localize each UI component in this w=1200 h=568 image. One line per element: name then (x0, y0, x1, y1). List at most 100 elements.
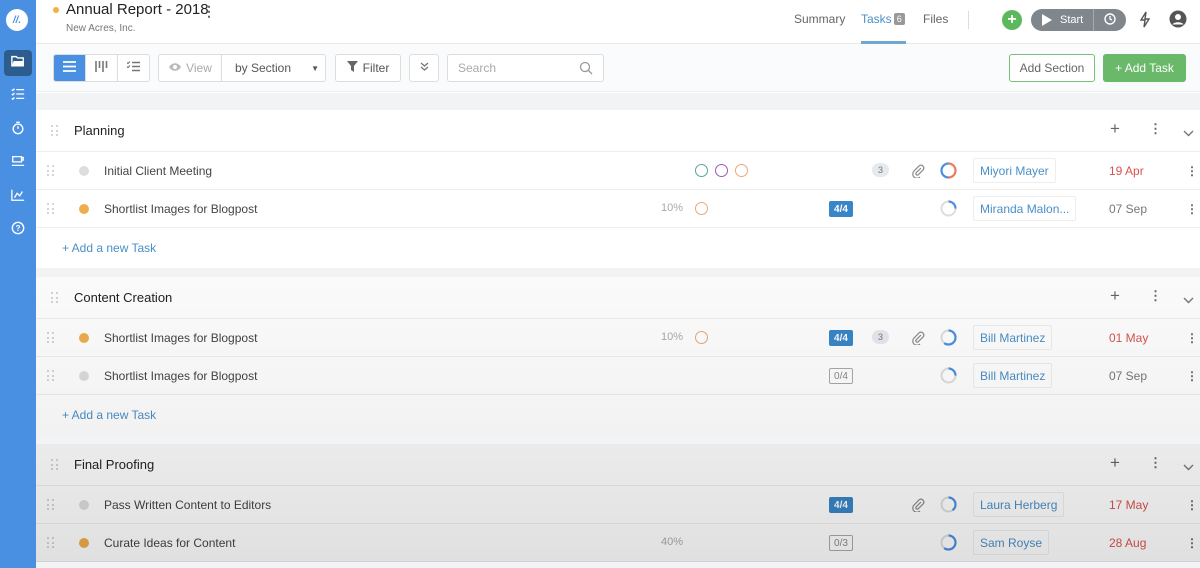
board-view-button[interactable] (86, 55, 118, 81)
chevron-down-icon[interactable] (1183, 124, 1194, 142)
task-status-dot[interactable] (79, 371, 89, 381)
task-status-dot[interactable] (79, 333, 89, 343)
task-name[interactable]: Initial Client Meeting (104, 164, 212, 178)
assignee-ring-icon[interactable] (695, 331, 708, 344)
task-row[interactable]: Pass Written Content to Editors 4/4 Laura … (36, 486, 1200, 524)
assignee-ring-icon[interactable] (735, 164, 748, 177)
drag-handle[interactable] (47, 332, 55, 344)
drag-handle[interactable] (47, 165, 55, 177)
search-input[interactable] (448, 55, 568, 81)
task-status-dot[interactable] (79, 500, 89, 510)
sidebar-item-tasks[interactable] (4, 83, 32, 109)
user-avatar-icon[interactable] (1169, 10, 1187, 28)
task-more-icon[interactable]: ⋮ (1186, 498, 1198, 512)
drag-handle[interactable] (51, 292, 59, 304)
section-title: Content Creation (74, 290, 173, 305)
task-row[interactable]: Curate Ideas for Content 40% 0/3 Sam Royse 2… (36, 524, 1200, 562)
filter-button[interactable]: Filter (335, 54, 401, 82)
subtask-count-badge[interactable]: 0/3 (829, 535, 853, 551)
task-name[interactable]: Shortlist Images for Blogpost (104, 202, 257, 216)
attachment-icon[interactable] (911, 497, 925, 517)
timer-history-button[interactable] (1094, 12, 1126, 28)
collapse-all-button[interactable] (409, 54, 439, 82)
task-status-dot[interactable] (79, 538, 89, 548)
sidebar-item-timer[interactable] (4, 117, 32, 143)
comment-count-badge[interactable]: 3 (872, 330, 889, 344)
assignee-chip[interactable]: Miyori Mayer (973, 158, 1056, 183)
comment-count-badge[interactable]: 3 (872, 163, 889, 177)
due-date[interactable]: 19 Apr (1109, 164, 1144, 178)
drag-handle[interactable] (47, 370, 55, 382)
start-timer-button[interactable]: Start (1031, 9, 1094, 31)
list-view-button[interactable] (54, 55, 86, 81)
assignee-ring-icon[interactable] (695, 202, 708, 215)
section-add-icon[interactable]: + (1110, 119, 1120, 139)
assignee-chip[interactable]: Sam Royse (973, 530, 1050, 555)
section-more-icon[interactable]: ⋮ (1149, 455, 1162, 471)
add-section-button[interactable]: Add Section (1009, 54, 1095, 82)
sidebar-item-reports[interactable] (4, 184, 32, 210)
drag-handle[interactable] (51, 459, 59, 471)
assignee-ring-icon[interactable] (715, 164, 728, 177)
project-more-icon[interactable]: ⋮ (202, 3, 216, 20)
progress-ring-icon (940, 496, 957, 518)
task-more-icon[interactable]: ⋮ (1186, 331, 1198, 345)
attachment-icon[interactable] (911, 330, 925, 350)
due-date[interactable]: 17 May (1109, 498, 1148, 512)
task-name[interactable]: Shortlist Images for Blogpost (104, 331, 257, 345)
tab-files[interactable]: Files (923, 12, 948, 26)
section-add-icon[interactable]: + (1110, 286, 1120, 306)
drag-handle[interactable] (47, 499, 55, 511)
add-new-task-link[interactable]: + Add a new Task (62, 241, 156, 255)
section-add-icon[interactable]: + (1110, 453, 1120, 473)
task-name[interactable]: Curate Ideas for Content (104, 536, 235, 550)
section-more-icon[interactable]: ⋮ (1149, 121, 1162, 137)
task-more-icon[interactable]: ⋮ (1186, 536, 1198, 550)
sidebar-item-projects[interactable] (4, 50, 32, 76)
app-logo[interactable]: //. (6, 9, 28, 31)
add-new-task-link[interactable]: + Add a new Task (62, 408, 156, 422)
group-by-dropdown[interactable]: by Section ▼ (222, 55, 325, 81)
tab-tasks[interactable]: Tasks 6 (861, 12, 905, 26)
assignee-chip[interactable]: Laura Herberg (973, 492, 1065, 517)
task-row[interactable]: Shortlist Images for Blogpost 10% 4/4 Miran… (36, 190, 1200, 228)
task-more-icon[interactable]: ⋮ (1186, 369, 1198, 383)
section-more-icon[interactable]: ⋮ (1149, 288, 1162, 304)
task-row[interactable]: Shortlist Images for Blogpost 0/4 Bill Mar… (36, 357, 1200, 395)
checklist-view-button[interactable] (118, 55, 149, 81)
tab-summary[interactable]: Summary (794, 12, 845, 26)
chevron-down-icon[interactable] (1183, 458, 1194, 476)
drag-handle[interactable] (47, 203, 55, 215)
task-status-dot[interactable] (79, 166, 89, 176)
due-date[interactable]: 28 Aug (1109, 536, 1146, 550)
task-more-icon[interactable]: ⋮ (1186, 164, 1198, 178)
task-more-icon[interactable]: ⋮ (1186, 202, 1198, 216)
drag-handle[interactable] (47, 537, 55, 549)
task-name[interactable]: Shortlist Images for Blogpost (104, 369, 257, 383)
drag-handle[interactable] (51, 125, 59, 137)
due-date[interactable]: 01 May (1109, 331, 1148, 345)
sidebar-item-breaks[interactable] (4, 150, 32, 176)
assignee-chip[interactable]: Miranda Malon... (973, 196, 1077, 221)
subtask-count-badge[interactable]: 4/4 (829, 330, 853, 346)
subtask-count-badge[interactable]: 4/4 (829, 497, 853, 513)
subtask-count-badge[interactable]: 4/4 (829, 201, 853, 217)
attachment-icon[interactable] (911, 163, 925, 183)
search-icon[interactable] (579, 61, 593, 80)
assignee-chip[interactable]: Bill Martinez (973, 325, 1053, 350)
assignee-chip[interactable]: Bill Martinez (973, 363, 1053, 388)
quick-add-button[interactable]: + (1002, 10, 1022, 30)
view-button[interactable]: View (159, 55, 222, 81)
sidebar-item-help[interactable]: ? (4, 217, 32, 243)
due-date[interactable]: 07 Sep (1109, 369, 1147, 383)
add-task-button[interactable]: + Add Task (1103, 54, 1186, 82)
task-status-dot[interactable] (79, 204, 89, 214)
due-date[interactable]: 07 Sep (1109, 202, 1147, 216)
task-row[interactable]: Initial Client Meeting 3 Miyori Mayer 19 Ap… (36, 152, 1200, 190)
subtask-count-badge[interactable]: 0/4 (829, 368, 853, 384)
assignee-ring-icon[interactable] (695, 164, 708, 177)
task-name[interactable]: Pass Written Content to Editors (104, 498, 271, 512)
activity-bolt-icon[interactable] (1139, 11, 1151, 33)
task-row[interactable]: Shortlist Images for Blogpost 10% 4/4 3 Bill… (36, 319, 1200, 357)
chevron-down-icon[interactable] (1183, 291, 1194, 309)
